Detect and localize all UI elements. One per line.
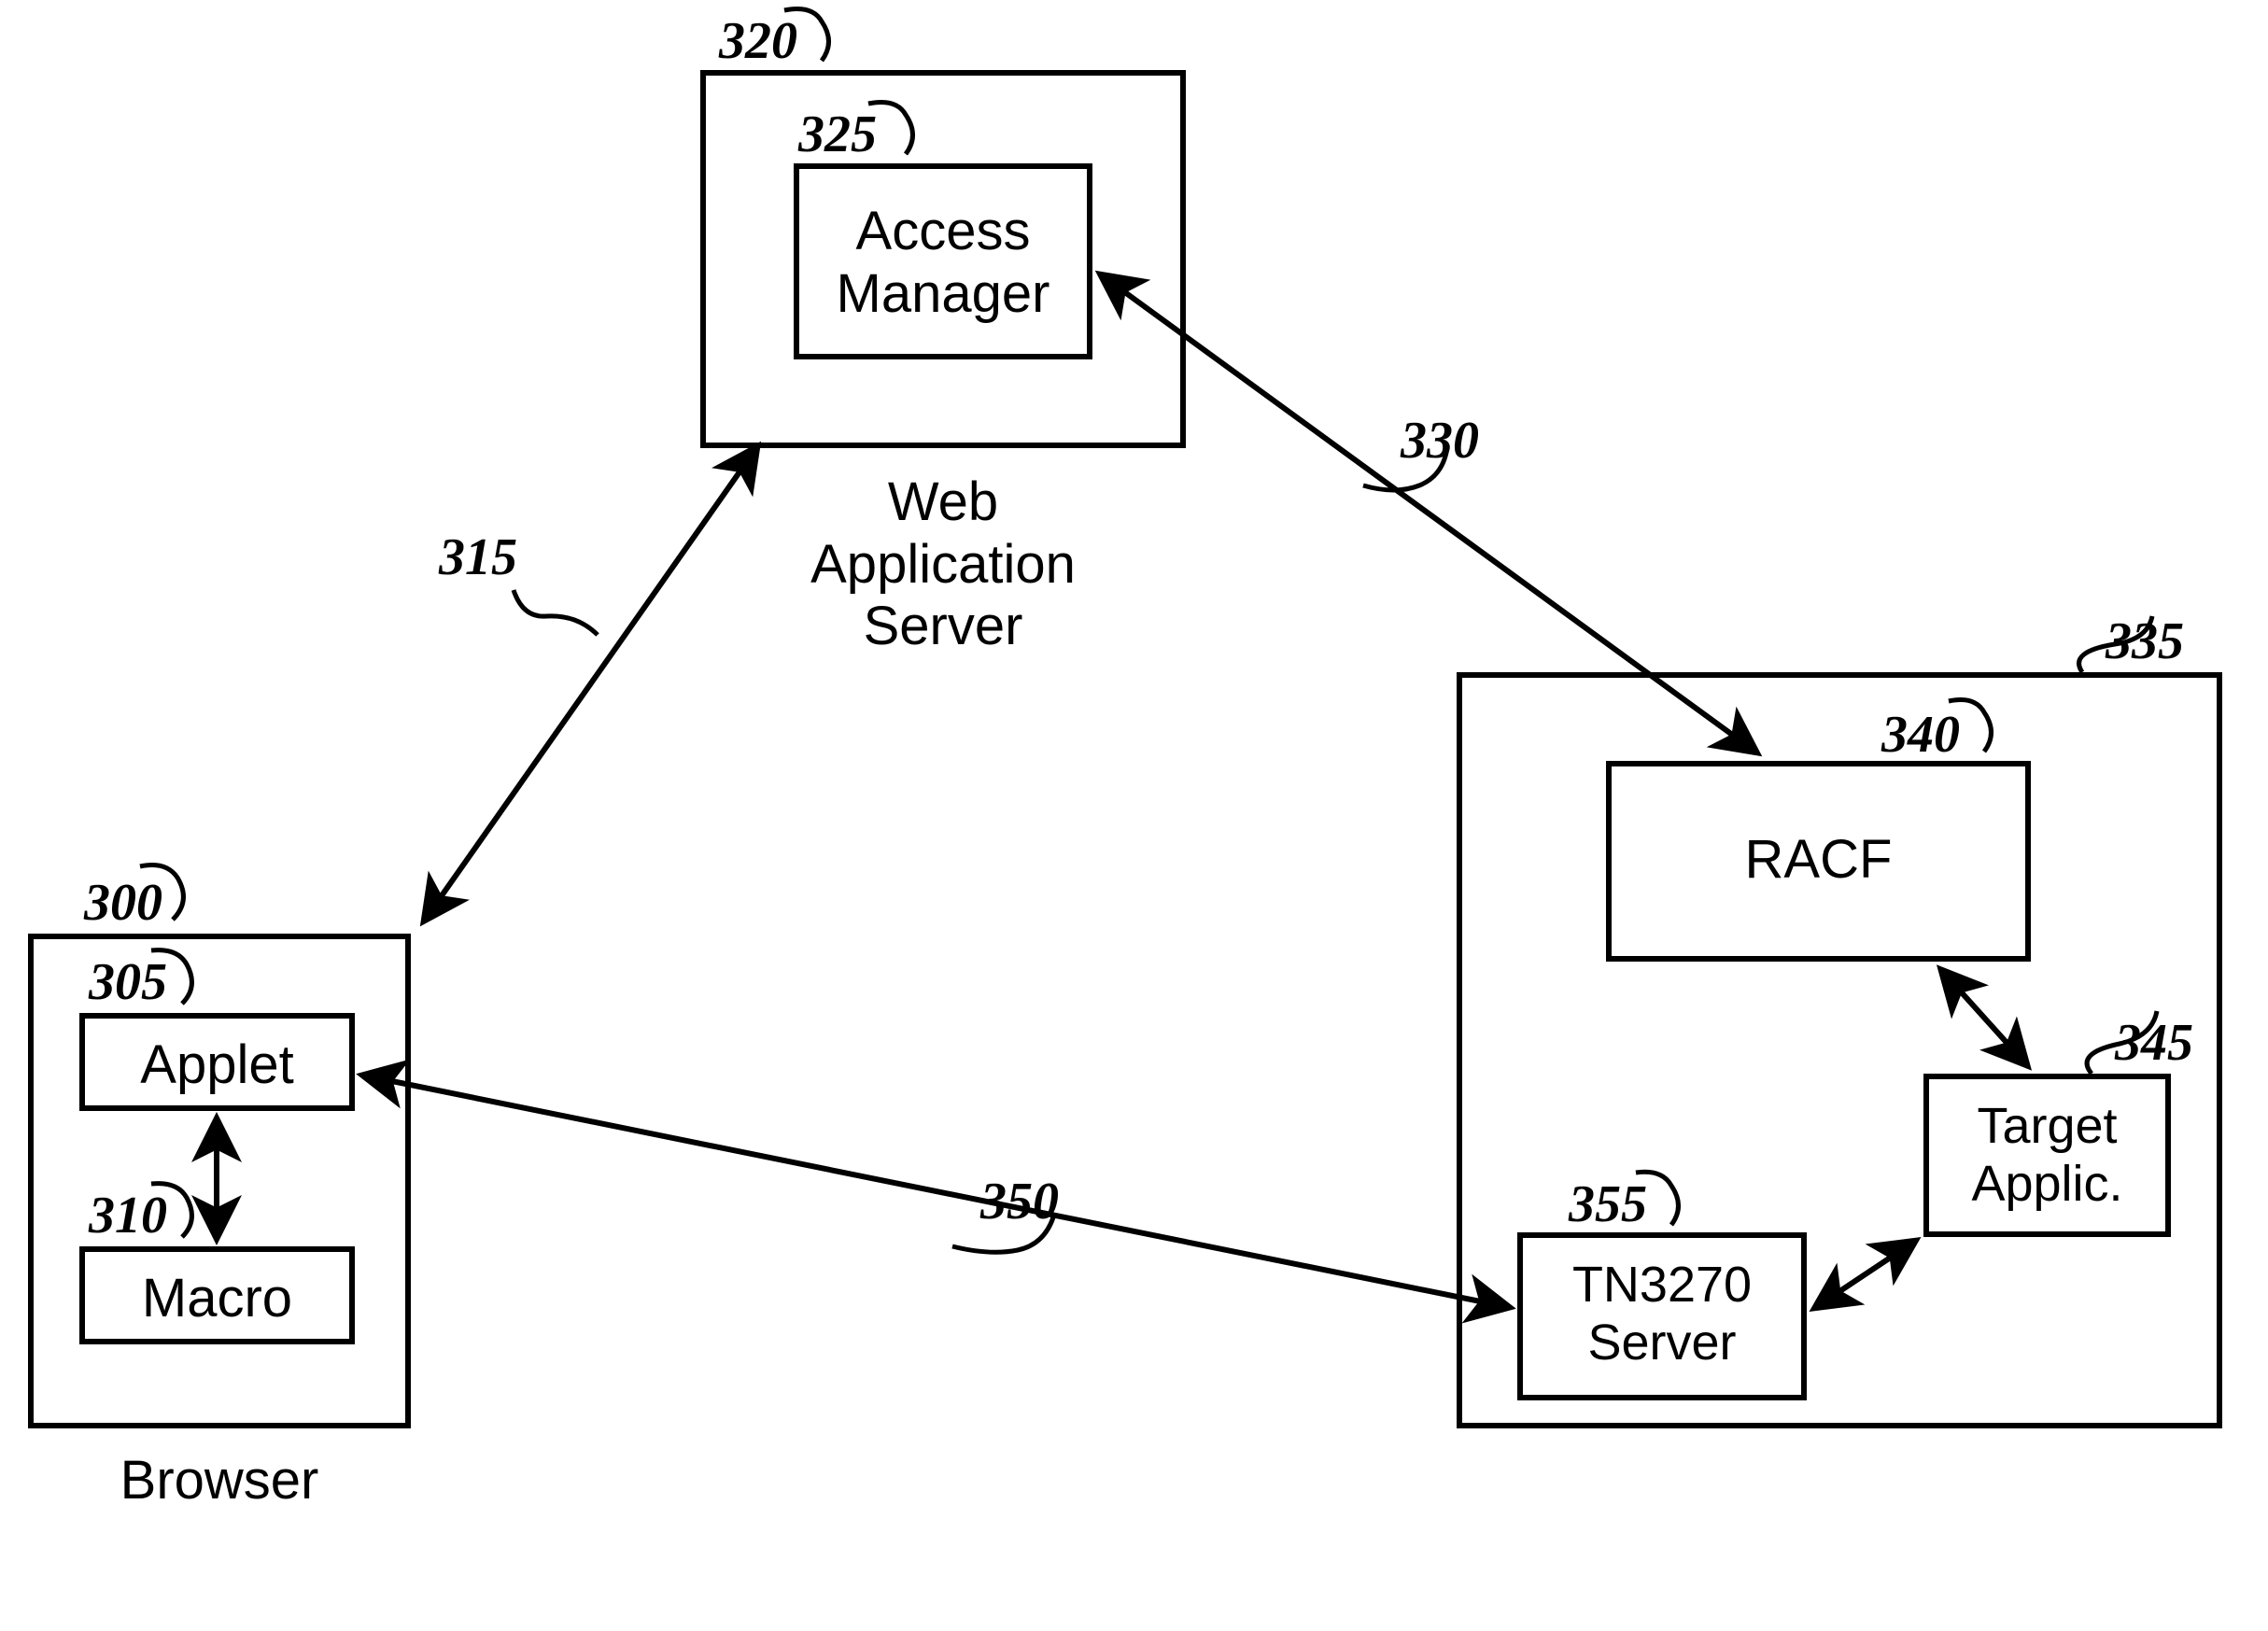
ref-320: 320: [719, 11, 797, 71]
macro-label: Macro: [79, 1268, 355, 1330]
leader-315: [514, 590, 598, 635]
ref-325: 325: [798, 105, 877, 164]
ref-345: 345: [2115, 1013, 2193, 1073]
applet-label: Applet: [79, 1034, 355, 1097]
access-manager-label: Access Manager: [794, 201, 1092, 325]
ref-350: 350: [980, 1172, 1059, 1231]
racf-label: RACF: [1606, 829, 2031, 892]
browser-caption: Browser: [28, 1450, 411, 1512]
arrow-350: [364, 1076, 1508, 1307]
ref-340: 340: [1881, 705, 1960, 765]
tn3270-label: TN3270 Server: [1517, 1256, 1807, 1371]
ref-315: 315: [439, 527, 517, 587]
browser-box: [28, 934, 411, 1428]
web-caption: Web Application Server: [700, 471, 1186, 658]
ref-305: 305: [89, 952, 167, 1012]
ref-330: 330: [1401, 411, 1479, 471]
diagram-canvas: Applet Macro Browser Access Manager Web …: [0, 0, 2268, 1631]
ref-300: 300: [84, 873, 162, 933]
ref-335: 335: [2106, 612, 2184, 671]
ref-355: 355: [1569, 1174, 1647, 1234]
target-label: Target Applic.: [1923, 1097, 2171, 1213]
ref-310: 310: [89, 1186, 167, 1245]
